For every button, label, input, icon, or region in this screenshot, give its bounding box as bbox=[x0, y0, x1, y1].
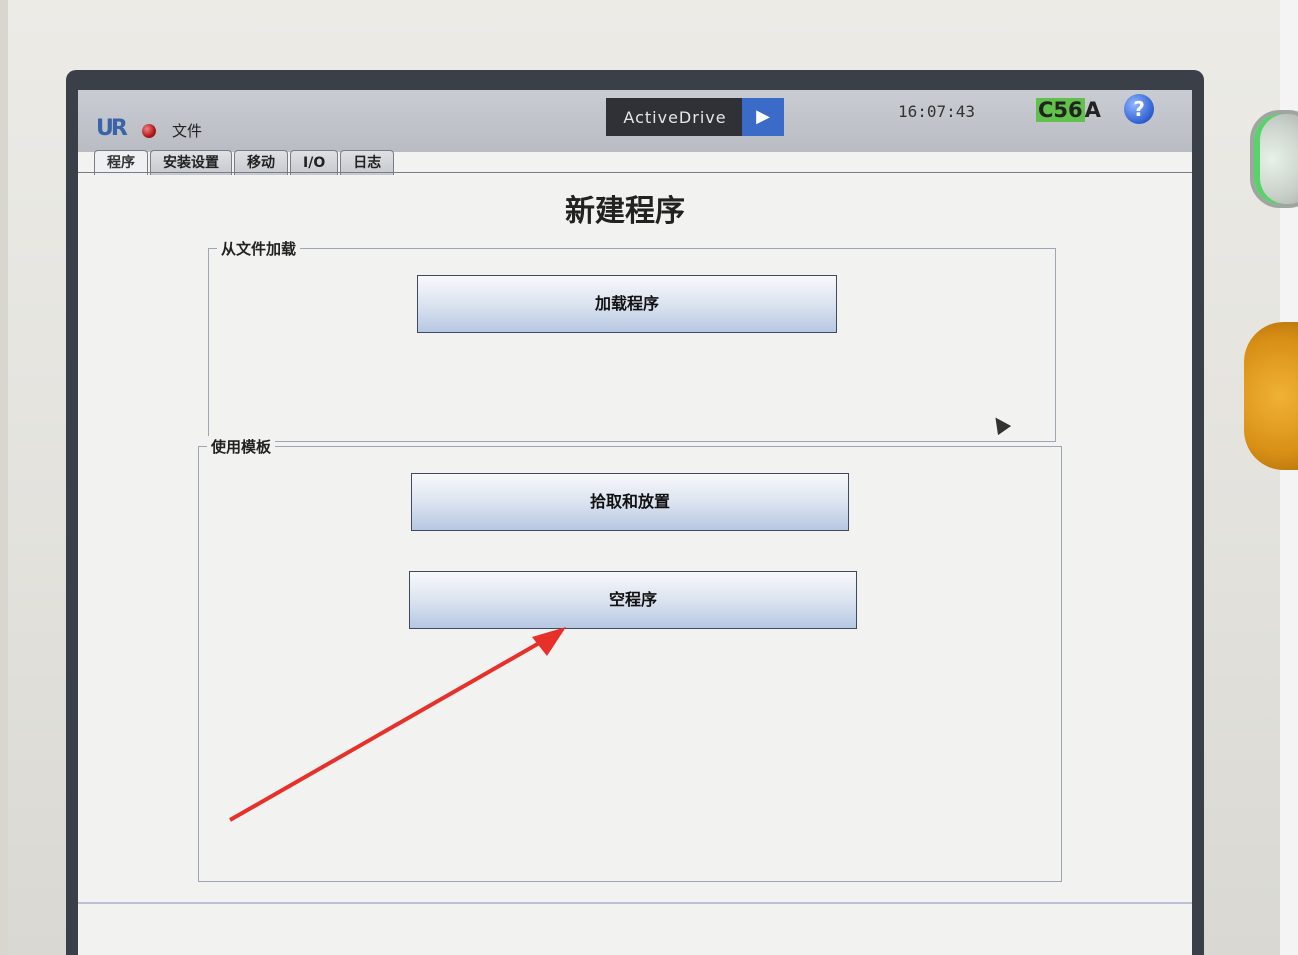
annotation-arrow-shaft bbox=[229, 636, 549, 822]
annotation-arrow-head bbox=[532, 627, 566, 656]
annotation-arrow bbox=[229, 627, 566, 822]
